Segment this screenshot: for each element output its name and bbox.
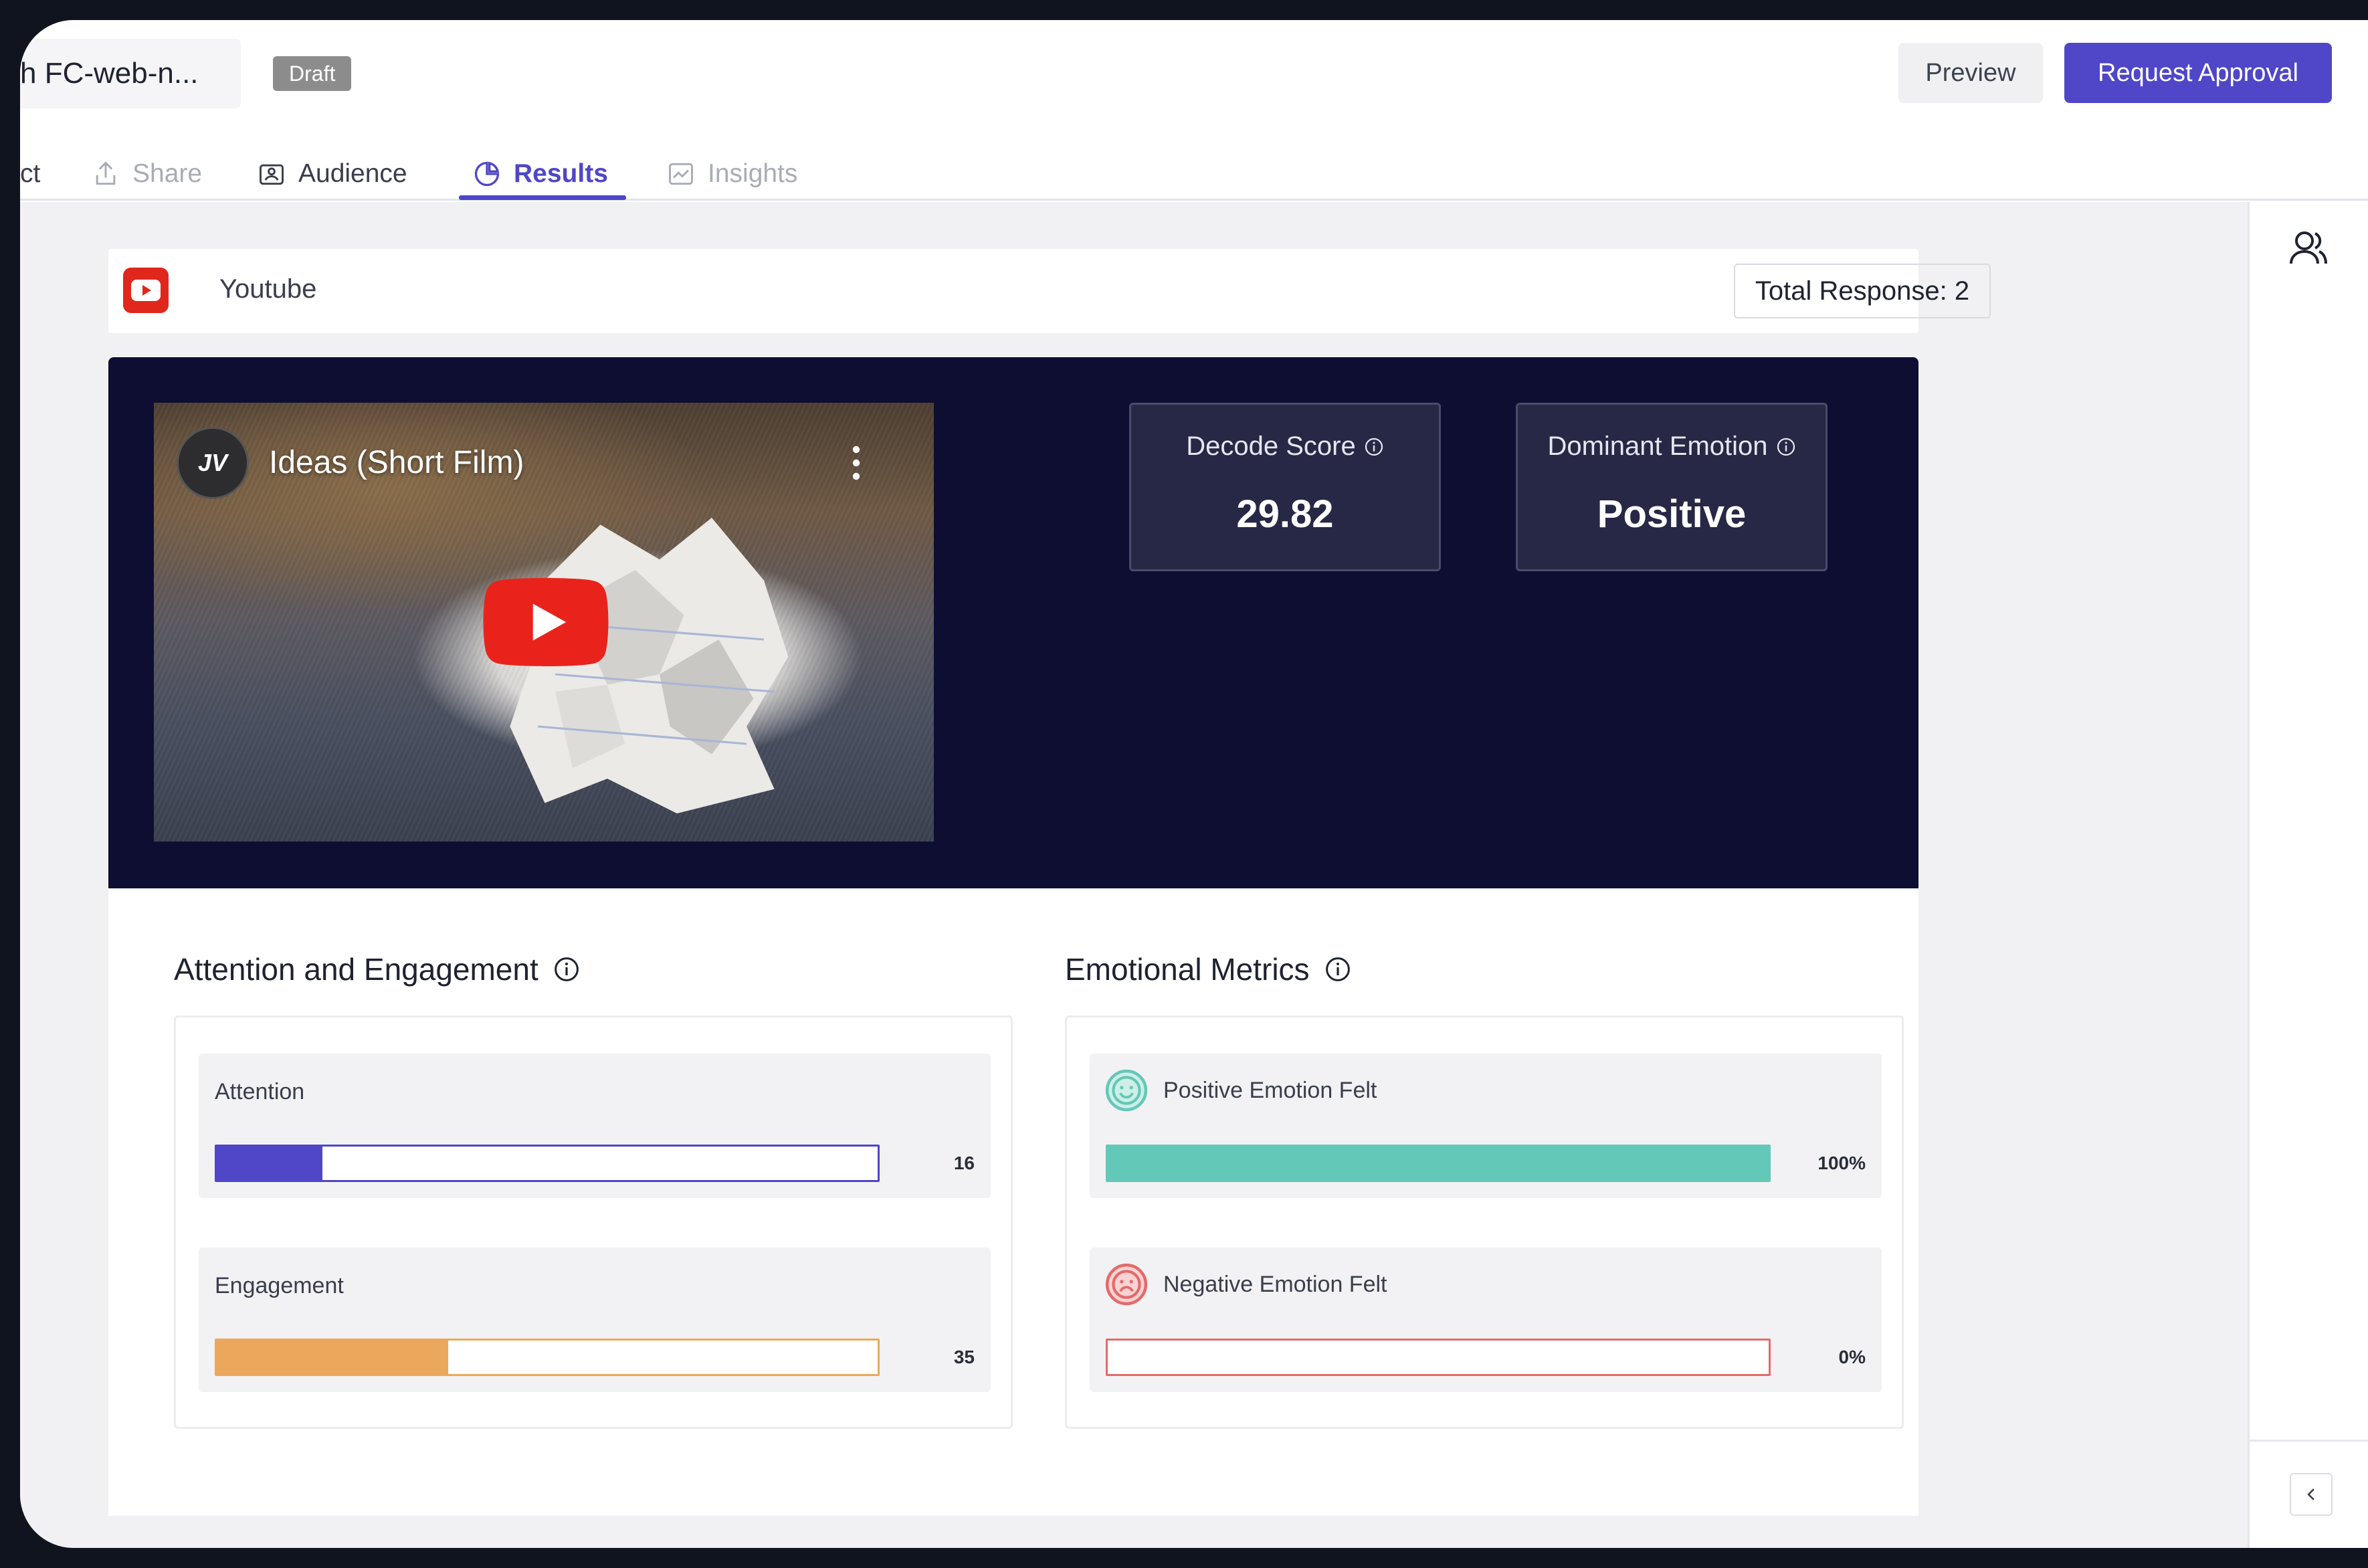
preview-button[interactable]: Preview (1898, 43, 2043, 103)
negative-emotion-bar (1106, 1339, 1771, 1376)
right-side-panel (2248, 202, 2368, 1548)
engagement-metric-card: Engagement 35 (199, 1248, 991, 1392)
chevron-left-icon (2307, 1488, 2314, 1500)
positive-emotion-bar (1106, 1145, 1771, 1182)
info-icon[interactable] (553, 956, 580, 983)
attention-bar-fill (217, 1147, 323, 1180)
attention-engagement-panel: Attention 16 Engagement 35 (174, 1015, 1013, 1429)
tab-project[interactable]: ct (20, 147, 40, 201)
attention-bar (215, 1145, 880, 1182)
tab-label: Audience (298, 159, 407, 188)
metric-label: Positive Emotion Felt (1163, 1077, 1377, 1103)
dominant-emotion-label: Dominant Emotion (1547, 431, 1768, 461)
side-panel-divider (2250, 1440, 2368, 1442)
pie-chart-icon (474, 161, 500, 187)
engagement-bar (215, 1339, 880, 1376)
decode-score-label-row: Decode Score (1131, 431, 1439, 462)
sad-face-icon (1105, 1263, 1148, 1306)
project-name-text: h FC-web-n... (20, 57, 199, 90)
source-platform-label: Youtube (219, 274, 317, 304)
metric-label: Attention (215, 1079, 305, 1104)
play-icon[interactable] (482, 578, 610, 666)
tab-label: ct (20, 159, 41, 188)
status-badge: Draft (273, 56, 352, 91)
metric-label: Negative Emotion Felt (1163, 1271, 1387, 1297)
source-bar: Youtube Total Response: 2 (108, 249, 1991, 333)
more-vertical-icon[interactable] (850, 444, 863, 482)
project-name[interactable]: h FC-web-n... (20, 39, 241, 108)
tab-audience[interactable]: Audience (257, 147, 407, 201)
positive-emotion-bar-fill (1108, 1147, 1769, 1180)
audience-icon (260, 164, 284, 185)
emotion-section-title: Emotional Metrics (1065, 951, 1351, 987)
metric-value: 0% (1838, 1347, 1866, 1367)
info-icon[interactable] (1776, 437, 1796, 457)
total-response-badge: Total Response: 2 (1734, 264, 1991, 318)
decode-score-label: Decode Score (1186, 431, 1356, 461)
insights-icon (669, 163, 693, 185)
attention-section-title: Attention and Engagement (174, 951, 580, 987)
decode-score-card: Decode Score 29.82 (1129, 403, 1441, 571)
metric-label-row: Negative Emotion Felt (1104, 1262, 1387, 1306)
tab-label: Results (514, 159, 608, 188)
channel-avatar[interactable]: JV (177, 427, 249, 499)
tab-label: Insights (708, 159, 798, 188)
section-title-text: Attention and Engagement (174, 952, 538, 987)
collapse-panel-button[interactable] (2290, 1473, 2333, 1516)
attention-metric-card: Attention 16 (199, 1054, 991, 1198)
decode-score-value: 29.82 (1236, 492, 1334, 536)
video-player[interactable]: JV Ideas (Short Film) (154, 403, 934, 842)
info-icon[interactable] (1324, 956, 1351, 983)
top-header: h FC-web-n... Draft Preview Request Appr… (20, 20, 2368, 201)
metric-label-row: Positive Emotion Felt (1104, 1068, 1377, 1112)
dominant-emotion-label-row: Dominant Emotion (1518, 431, 1826, 462)
tab-insights[interactable]: Insights (666, 147, 797, 201)
section-title-text: Emotional Metrics (1065, 952, 1310, 987)
happy-face-icon (1105, 1069, 1148, 1112)
dominant-emotion-card: Dominant Emotion Positive (1516, 403, 1828, 571)
info-icon[interactable] (1364, 437, 1384, 457)
users-icon[interactable] (2287, 226, 2330, 269)
metric-value: 16 (953, 1153, 975, 1173)
tab-results[interactable]: Results (472, 147, 608, 201)
app-window: h FC-web-n... Draft Preview Request Appr… (20, 20, 2368, 1548)
request-approval-button[interactable]: Request Approval (2064, 43, 2332, 103)
dominant-emotion-value: Positive (1597, 492, 1747, 536)
content-bottom-edge (108, 1516, 1918, 1548)
metric-value: 35 (953, 1347, 975, 1367)
tab-label: Share (132, 159, 203, 188)
share-icon (96, 161, 116, 185)
emotional-metrics-panel: Positive Emotion Felt 100% Negative Emot… (1065, 1015, 1904, 1429)
active-tab-indicator (459, 195, 626, 200)
engagement-bar-fill (217, 1341, 448, 1374)
positive-emotion-card: Positive Emotion Felt 100% (1090, 1054, 1882, 1198)
metric-value: 100% (1817, 1153, 1866, 1173)
metric-label: Engagement (215, 1273, 344, 1298)
negative-emotion-card: Negative Emotion Felt 0% (1090, 1248, 1882, 1392)
tab-share[interactable]: Share (91, 147, 202, 201)
youtube-logo-icon (123, 268, 169, 313)
video-title[interactable]: Ideas (Short Film) (269, 444, 524, 481)
metrics-panel: Attention and Engagement Emotional Metri… (108, 888, 1918, 1548)
